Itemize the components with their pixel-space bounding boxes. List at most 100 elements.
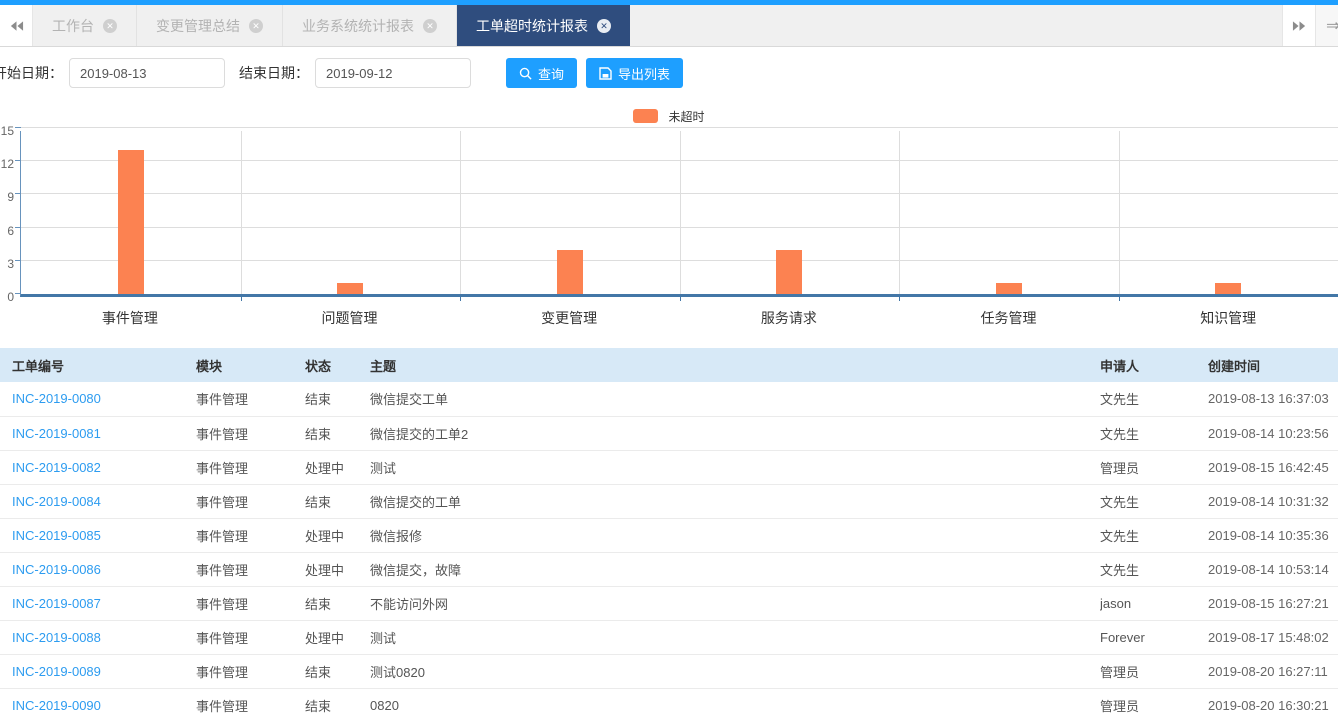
export-list-button[interactable]: 导出列表 [586, 58, 684, 88]
filter-toolbar: 开始日期： 结束日期： 查询 导出列表 [0, 47, 1338, 99]
gridline [460, 131, 461, 294]
created-cell: 2019-08-14 10:53:14 [1208, 561, 1329, 577]
status-cell: 结束 [305, 494, 332, 510]
created-cell: 2019-08-20 16:27:11 [1208, 663, 1328, 679]
subject-cell: 不能访问外网 [370, 596, 449, 612]
close-icon[interactable]: ✕ [597, 18, 611, 33]
status-cell: 处理中 [305, 460, 345, 476]
order-id-link[interactable]: INC-2019-0086 [12, 562, 101, 577]
order-id-link[interactable]: INC-2019-0090 [12, 698, 101, 713]
applicant-cell: 文先生 [1100, 392, 1140, 408]
x-axis-tick [240, 297, 242, 301]
subject-cell: 微信提交的工单2 [370, 426, 469, 442]
applicant-cell: 管理员 [1100, 664, 1140, 680]
applicant-cell: 文先生 [1100, 528, 1140, 544]
subject-cell: 微信报修 [370, 528, 423, 544]
order-id-link[interactable]: INC-2019-0088 [12, 630, 101, 645]
table-row: INC-2019-0084 事件管理 结束 微信提交的工单 文先生 2019-08-14 … [0, 484, 1338, 519]
scroll-tabs-left-button[interactable] [0, 5, 33, 46]
tab-change-summary[interactable]: 变更管理总结 ✕ [137, 5, 283, 46]
end-date-input[interactable] [315, 58, 471, 88]
export-button-label: 导出列表 [618, 66, 671, 82]
table-row: INC-2019-0087 事件管理 结束 不能访问外网 jason 2019-08-15… [0, 586, 1338, 621]
x-axis-label: 变更管理 [541, 310, 598, 326]
status-cell: 处理中 [305, 630, 345, 646]
query-button[interactable]: 查询 [506, 58, 578, 88]
table-row: INC-2019-0085 事件管理 处理中 微信报修 文先生 2019-08-14 10… [0, 518, 1338, 553]
y-axis-tick-label: 3 [7, 256, 14, 271]
x-axis-label: 问题管理 [321, 310, 378, 326]
tab-business-report[interactable]: 业务系统统计报表 ✕ [283, 5, 457, 46]
order-id-link[interactable]: INC-2019-0085 [12, 528, 101, 543]
chart-legend[interactable]: 未超时 [0, 105, 1338, 127]
order-id-link[interactable]: INC-2019-0081 [12, 426, 101, 441]
order-id-link[interactable]: INC-2019-0080 [12, 391, 101, 406]
y-axis-tick [15, 259, 21, 261]
search-icon [519, 67, 532, 80]
double-right-arrow-icon [1292, 20, 1305, 31]
table-row: INC-2019-0080 事件管理 结束 微信提交工单 文先生 2019-08-13 1… [0, 382, 1338, 417]
module-cell: 事件管理 [196, 494, 249, 510]
applicant-cell: 管理员 [1100, 460, 1140, 476]
x-axis-labels: 事件管理 问题管理 变更管理 服务请求 任务管理 知识管理 [20, 308, 1338, 328]
start-date-label: 开始日期： [0, 65, 63, 81]
status-cell: 结束 [305, 596, 332, 612]
status-cell: 结束 [305, 392, 332, 408]
y-axis-tick [15, 293, 21, 294]
created-cell: 2019-08-15 16:27:21 [1208, 595, 1329, 611]
subject-cell: 微信提交的工单 [370, 494, 462, 510]
status-cell: 结束 [305, 698, 332, 714]
tab-bar: 工作台 ✕ 变更管理总结 ✕ 业务系统统计报表 ✕ 工单超时统计报表 ✕ ⇒ [0, 5, 1338, 47]
gridline [899, 131, 900, 294]
column-header-order-id: 工单编号 [0, 348, 196, 382]
created-cell: 2019-08-17 15:48:02 [1208, 629, 1329, 645]
tab-label: 业务系统统计报表 [302, 17, 414, 34]
column-header-status: 状态 [305, 348, 370, 382]
module-cell: 事件管理 [196, 460, 249, 476]
tab-workbench[interactable]: 工作台 ✕ [33, 5, 137, 46]
applicant-cell: 文先生 [1100, 494, 1140, 510]
applicant-cell: 管理员 [1100, 698, 1140, 714]
table-row: INC-2019-0088 事件管理 处理中 测试 Forever 2019-08-17 … [0, 620, 1338, 655]
query-button-label: 查询 [538, 66, 565, 82]
order-id-link[interactable]: INC-2019-0087 [12, 596, 101, 611]
order-id-link[interactable]: INC-2019-0089 [12, 664, 101, 679]
x-axis-label: 知识管理 [1200, 310, 1257, 326]
status-cell: 处理中 [305, 528, 345, 544]
chart-plot-area [15, 127, 1338, 301]
subject-cell: 微信提交，故障 [370, 562, 462, 578]
start-date-input[interactable] [69, 58, 225, 88]
order-id-link[interactable]: INC-2019-0082 [12, 460, 101, 475]
status-cell: 结束 [305, 426, 332, 442]
tab-options-button[interactable]: ⇒ [1315, 5, 1338, 46]
bar-问题管理 [337, 282, 364, 294]
module-cell: 事件管理 [196, 528, 249, 544]
gridline [1118, 131, 1120, 294]
bar-任务管理 [995, 282, 1022, 294]
module-cell: 事件管理 [196, 596, 249, 612]
applicant-cell: jason [1100, 595, 1132, 611]
y-axis-tick-label: 9 [7, 190, 14, 205]
y-axis-tick [15, 160, 21, 162]
tab-label: 变更管理总结 [156, 17, 240, 34]
created-cell: 2019-08-14 10:31:32 [1208, 493, 1329, 509]
order-id-link[interactable]: INC-2019-0084 [12, 494, 101, 509]
status-cell: 结束 [305, 664, 332, 680]
module-cell: 事件管理 [196, 392, 249, 408]
table-header-row: 工单编号 模块 状态 主题 申请人 创建时间 [0, 348, 1338, 382]
tab-timeout-report[interactable]: 工单超时统计报表 ✕ [457, 5, 630, 46]
x-axis-tick [460, 297, 461, 301]
y-axis-tick [15, 193, 21, 195]
more-options-icon: ⇒ [1326, 16, 1338, 36]
column-header-created: 创建时间 [1208, 348, 1338, 382]
subject-cell: 测试 [370, 630, 397, 646]
close-icon[interactable]: ✕ [249, 18, 263, 33]
legend-label: 未超时 [668, 109, 705, 124]
module-cell: 事件管理 [196, 562, 249, 578]
close-icon[interactable]: ✕ [423, 18, 437, 33]
scroll-tabs-right-button[interactable] [1282, 5, 1315, 46]
x-axis-label: 任务管理 [980, 310, 1037, 326]
module-cell: 事件管理 [196, 698, 249, 714]
close-icon[interactable]: ✕ [103, 18, 117, 33]
module-cell: 事件管理 [196, 664, 249, 680]
